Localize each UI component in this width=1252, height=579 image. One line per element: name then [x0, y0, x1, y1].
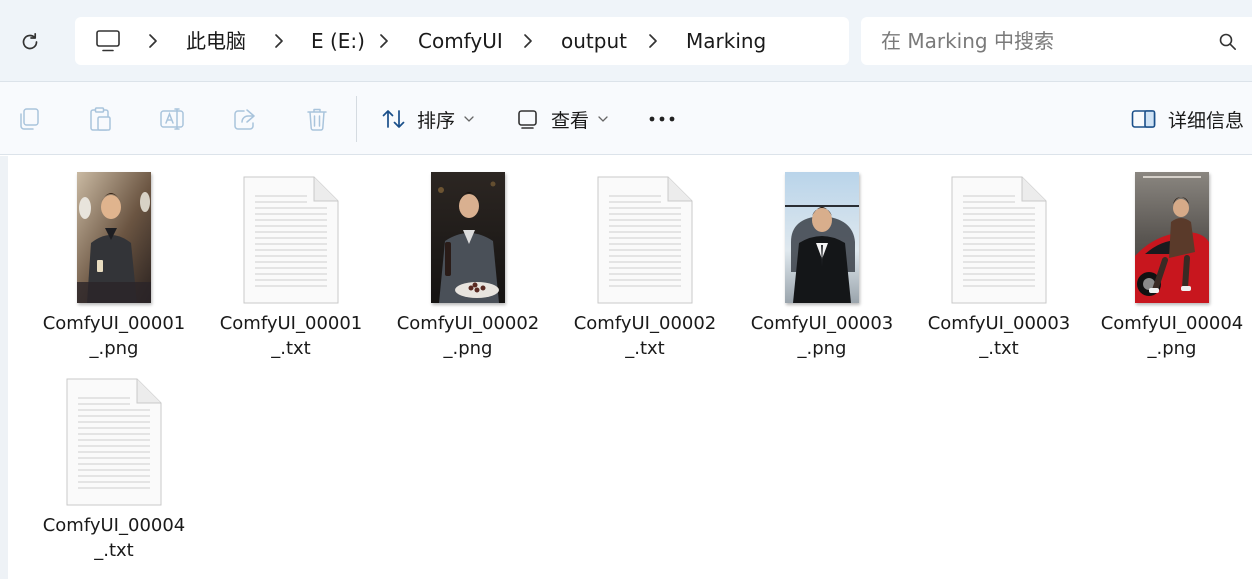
file-item[interactable]: ComfyUI_00003 _.txt [919, 156, 1079, 359]
text-document-icon [243, 176, 339, 304]
breadcrumb-item-marking[interactable]: Marking [686, 28, 766, 54]
details-pane-button[interactable]: 详细信息 [1131, 102, 1244, 136]
file-thumbnail [919, 156, 1079, 304]
chevron-right-icon [149, 34, 157, 48]
search-box[interactable] [861, 17, 1252, 65]
paste-icon[interactable] [87, 106, 113, 132]
file-name: ComfyUI_00002 _.txt [573, 313, 717, 359]
share-icon[interactable] [232, 106, 258, 132]
file-item[interactable]: ComfyUI_00003 _.png [742, 156, 902, 359]
file-thumbnail [1092, 156, 1252, 304]
file-item[interactable]: ComfyUI_00002 _.png [388, 156, 548, 359]
text-document-icon [66, 378, 162, 506]
file-name: ComfyUI_00004 _.txt [42, 515, 186, 561]
breadcrumb-item-output[interactable]: output [561, 28, 627, 54]
file-view: ComfyUI_00001 _.png ComfyUI_00001 _.txt … [0, 156, 1252, 579]
refresh-icon [22, 32, 38, 50]
sort-icon [382, 110, 405, 128]
file-item[interactable]: ComfyUI_00001 _.png [34, 156, 194, 359]
photo-thumbnail [77, 172, 151, 303]
nav-pane-edge [0, 156, 8, 579]
delete-icon[interactable] [304, 106, 330, 132]
file-name: ComfyUI_00001 _.png [42, 313, 186, 359]
view-icon [518, 110, 537, 129]
file-thumbnail [388, 156, 548, 304]
file-item[interactable]: ComfyUI_00004 _.txt [34, 358, 194, 561]
breadcrumb[interactable]: 此电脑 E (E:) ComfyUI output Marking [75, 17, 849, 65]
more-options-button[interactable] [648, 102, 676, 136]
photo-thumbnail [785, 172, 859, 303]
text-document-icon [951, 176, 1047, 304]
chevron-right-icon [275, 34, 283, 48]
chevron-down-icon [464, 116, 474, 122]
breadcrumb-item-this-pc[interactable]: 此电脑 [186, 28, 246, 54]
search-input[interactable] [881, 28, 1201, 54]
chevron-right-icon [524, 34, 532, 48]
file-name: ComfyUI_00004 _.png [1100, 313, 1244, 359]
details-label: 详细信息 [1168, 109, 1245, 132]
file-name: ComfyUI_00003 _.txt [927, 313, 1071, 359]
file-item[interactable]: ComfyUI_00004 _.png [1092, 156, 1252, 359]
more-icon [649, 116, 675, 122]
sort-button[interactable]: 排序 [381, 102, 474, 136]
file-thumbnail [34, 358, 194, 506]
file-name: ComfyUI_00003 _.png [750, 313, 894, 359]
refresh-button[interactable] [14, 26, 46, 58]
photo-thumbnail [1135, 172, 1209, 303]
search-icon[interactable] [1218, 32, 1238, 52]
sort-label: 排序 [417, 109, 456, 132]
photo-thumbnail [431, 172, 505, 303]
file-name: ComfyUI_00002 _.png [396, 313, 540, 359]
rename-icon[interactable] [159, 106, 185, 132]
view-button[interactable]: 查看 [517, 102, 608, 136]
copy-icon[interactable] [16, 106, 42, 132]
file-thumbnail [211, 156, 371, 304]
breadcrumb-item-comfyui[interactable]: ComfyUI [418, 28, 503, 54]
file-item[interactable]: ComfyUI_00001 _.txt [211, 156, 371, 359]
file-thumbnail [565, 156, 725, 304]
breadcrumb-item-drive-e[interactable]: E (E:) [311, 28, 365, 54]
chevron-right-icon [380, 34, 388, 48]
command-bar: 排序 查看 详细信息 [0, 81, 1252, 155]
chevron-right-icon [649, 34, 657, 48]
toolbar-divider [356, 96, 357, 142]
file-item[interactable]: ComfyUI_00002 _.txt [565, 156, 725, 359]
address-row: 此电脑 E (E:) ComfyUI output Marking [0, 0, 1252, 81]
chevron-down-icon [598, 116, 608, 122]
computer-icon [96, 30, 120, 52]
file-thumbnail [742, 156, 902, 304]
file-thumbnail [34, 156, 194, 304]
details-pane-icon [1131, 110, 1156, 128]
file-name: ComfyUI_00001 _.txt [219, 313, 363, 359]
text-document-icon [597, 176, 693, 304]
view-label: 查看 [551, 109, 590, 132]
